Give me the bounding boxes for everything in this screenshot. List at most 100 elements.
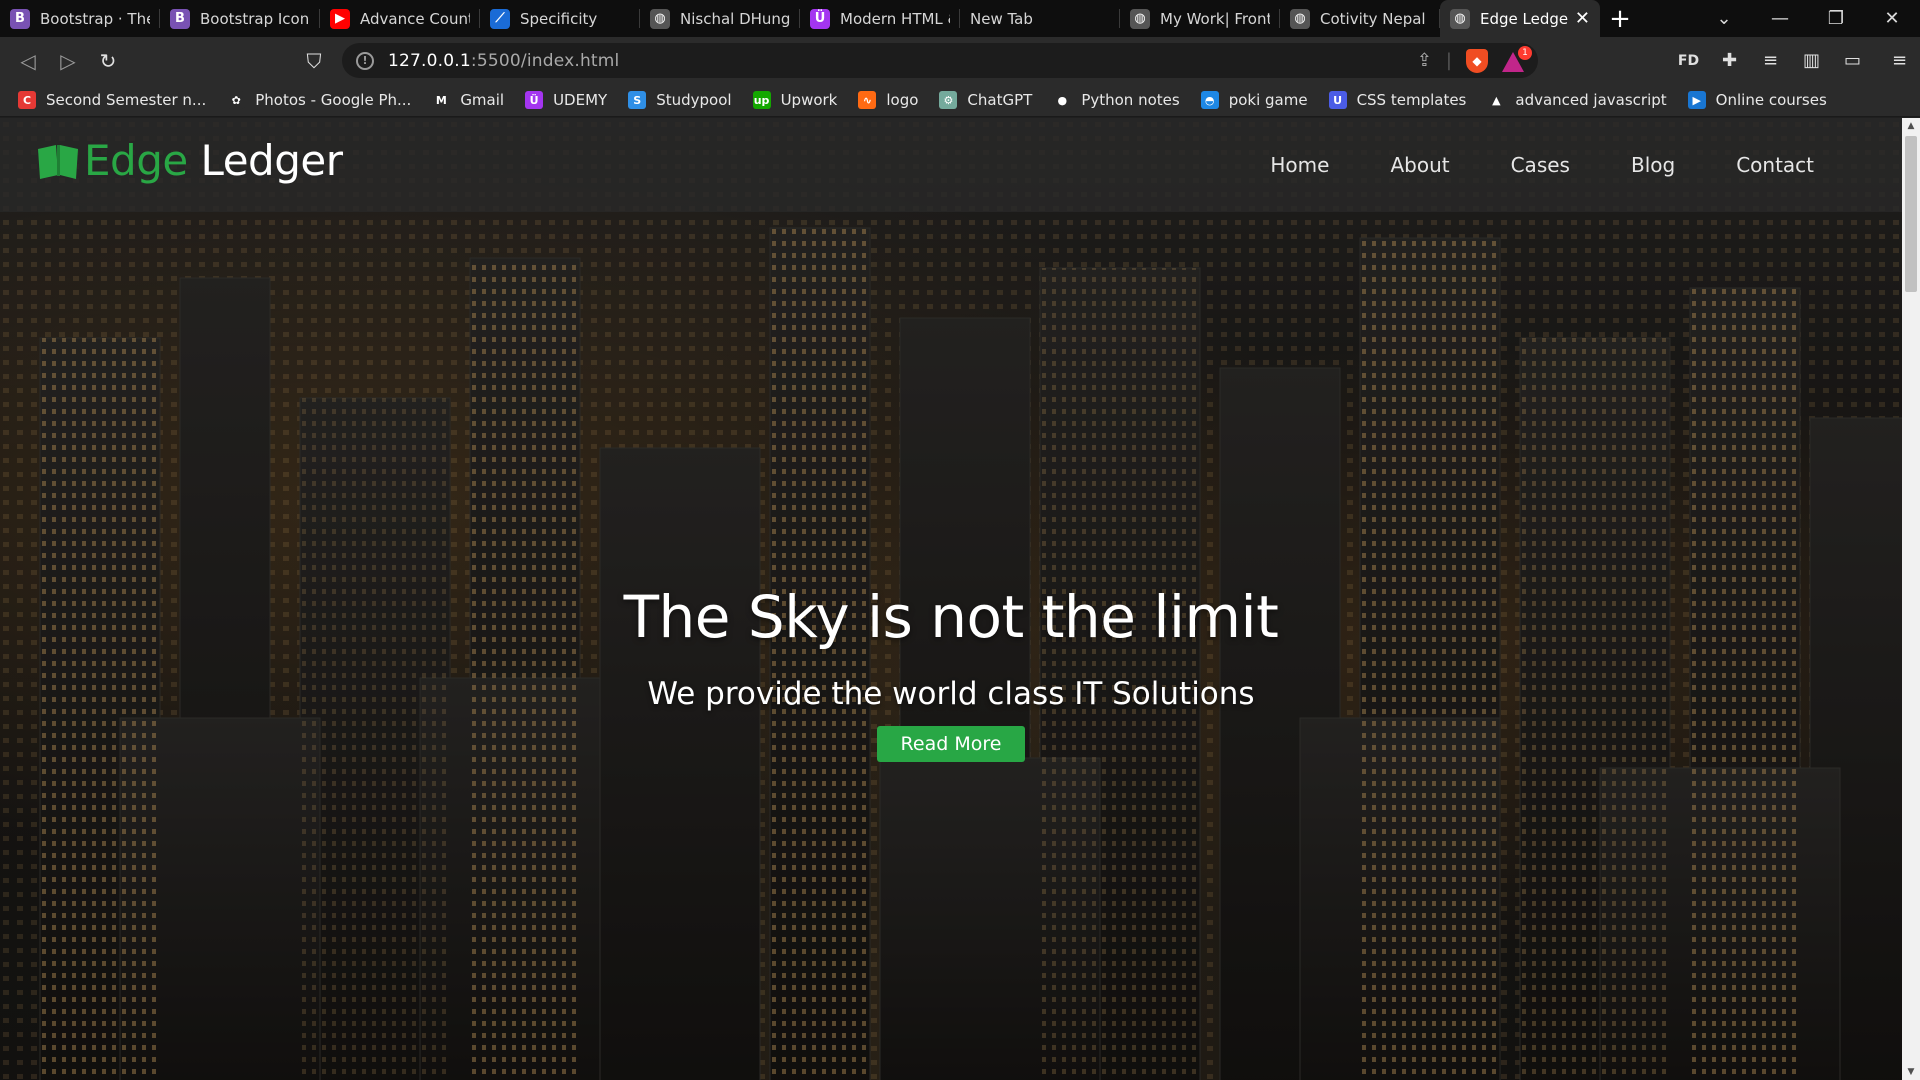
bookmark-item[interactable]: ▲ advanced javascript: [1487, 91, 1667, 109]
browser-toolbar: ◁ ▷ ↻ ⛉ ! 127.0.0.1:5500/index.html ⇪ | …: [0, 37, 1920, 84]
udemy-icon: Ü: [810, 8, 830, 29]
globe-icon: ◍: [650, 8, 670, 29]
bookmark-item[interactable]: M Gmail: [432, 91, 504, 109]
browser-tab[interactable]: ⟋ Specificity: [480, 0, 640, 37]
bookmark-item[interactable]: ● Python notes: [1053, 91, 1180, 109]
bootstrap-icon: B: [10, 8, 30, 29]
bookmark-item[interactable]: ∿ logo: [858, 91, 918, 109]
forward-icon[interactable]: ▷: [48, 41, 88, 81]
bookmark-label: Second Semester n...: [46, 91, 207, 109]
browser-tab[interactable]: New Tab: [960, 0, 1120, 37]
tab-title: Specificity: [520, 9, 598, 28]
scroll-thumb[interactable]: [1905, 136, 1917, 292]
bookmark-item[interactable]: ◓ poki game: [1200, 91, 1308, 109]
bookmark-label: Studypool: [656, 91, 732, 109]
omnibox-divider: |: [1445, 50, 1452, 71]
browser-tab[interactable]: ▶ Advance Countin: [320, 0, 480, 37]
bookmark-label: logo: [886, 91, 919, 109]
close-window-icon[interactable]: ✕: [1864, 0, 1920, 37]
bookmark-item[interactable]: U CSS templates: [1328, 91, 1466, 109]
url-text[interactable]: 127.0.0.1:5500/index.html: [388, 51, 619, 71]
extensions-icon[interactable]: ✚: [1709, 41, 1750, 81]
restore-icon[interactable]: ❐: [1808, 0, 1864, 37]
tab-list: B Bootstrap · The m B Bootstrap Icons ▶ Advan…: [0, 0, 1600, 37]
rewards-badge: 1: [1518, 45, 1532, 60]
bookmark-item[interactable]: ✿ Photos - Google Ph...: [227, 91, 411, 109]
sidebar-icon[interactable]: ▥: [1791, 41, 1832, 81]
browser-tab[interactable]: ◍ Cotivity Nepal Cl: [1280, 0, 1440, 37]
nav-link-blog[interactable]: Blog: [1631, 153, 1675, 177]
bookmark-label: UDEMY: [553, 91, 608, 109]
scroll-down-arrow-icon[interactable]: ▼: [1902, 1064, 1920, 1080]
site-nav-links: Home About Cases Blog Contact: [1209, 118, 1814, 212]
nav-link-contact[interactable]: Contact: [1736, 153, 1814, 177]
reload-icon[interactable]: ↻: [88, 41, 128, 81]
hero-subtitle: We provide the world class IT Solutions: [647, 676, 1255, 712]
bookmark-label: Upwork: [780, 91, 838, 109]
browser-tab[interactable]: B Bootstrap Icons: [160, 0, 320, 37]
hero-title: The Sky is not the limit: [623, 583, 1279, 651]
gmail-icon: M: [432, 91, 451, 109]
profile-fd-icon[interactable]: FD: [1668, 41, 1709, 81]
menu-icon[interactable]: ≡: [1879, 41, 1920, 81]
bookmark-item[interactable]: Ü UDEMY: [525, 91, 607, 109]
tab-title: Edge Ledger: [1480, 9, 1569, 28]
logo-maker-icon: ∿: [858, 91, 877, 109]
browser-tab[interactable]: ◍ My Work| Front E: [1120, 0, 1280, 37]
courses-icon: ▶: [1687, 91, 1706, 109]
browser-tab[interactable]: Ü Modern HTML &: [800, 0, 960, 37]
book-logo-icon: [38, 144, 78, 179]
bookmark-item[interactable]: S Studypool: [628, 91, 732, 109]
udemy-icon: Ü: [525, 91, 544, 109]
bookmark-item[interactable]: C Second Semester n...: [18, 91, 206, 109]
chatgpt-icon: ⚙: [939, 91, 958, 109]
site-logo[interactable]: Edge Ledger: [36, 136, 343, 185]
bookmark-item[interactable]: ⚙ ChatGPT: [939, 91, 1032, 109]
browser-tabstrip: B Bootstrap · The m B Bootstrap Icons ▶ Advan…: [0, 0, 1920, 37]
bookmark-c-icon: C: [18, 91, 36, 109]
bookmark-label: advanced javascript: [1515, 91, 1667, 109]
upwork-icon: up: [752, 91, 771, 109]
nav-link-about[interactable]: About: [1390, 153, 1449, 177]
js-folder-icon: ▲: [1487, 91, 1506, 109]
new-tab-button[interactable]: +: [1600, 0, 1640, 37]
css-templates-icon: U: [1328, 91, 1347, 109]
read-more-button[interactable]: Read More: [876, 726, 1026, 762]
tab-title: Bootstrap Icons: [200, 9, 310, 28]
browser-tab[interactable]: ◍ Edge Ledger ✕: [1440, 0, 1600, 37]
bookmark-page-icon[interactable]: ⛉: [294, 41, 334, 81]
scroll-up-arrow-icon[interactable]: ▲: [1902, 118, 1920, 134]
tab-title: Nischal DHunge: [680, 9, 790, 28]
site-info-icon[interactable]: !: [356, 51, 374, 70]
page-scrollbar[interactable]: ▲ ▼: [1902, 118, 1920, 1080]
nav-link-home[interactable]: Home: [1270, 153, 1329, 177]
browser-tab[interactable]: B Bootstrap · The m: [0, 0, 160, 37]
google-photos-icon: ✿: [227, 91, 246, 109]
site-navbar: Edge Ledger Home About Cases Blog Contac…: [0, 118, 1902, 212]
brave-shields-icon[interactable]: ◆: [1466, 48, 1488, 73]
nav-link-cases[interactable]: Cases: [1511, 153, 1570, 177]
bookmark-label: Online courses: [1715, 91, 1827, 109]
page-viewport: Edge Ledger Home About Cases Blog Contac…: [0, 118, 1902, 1080]
tab-close-icon[interactable]: ✕: [1575, 8, 1590, 29]
bookmark-label: Photos - Google Ph...: [255, 91, 412, 109]
tab-search-chevron-icon[interactable]: ⌄: [1696, 0, 1752, 37]
browser-tab[interactable]: ◍ Nischal DHunge: [640, 0, 800, 37]
tab-title: New Tab: [970, 9, 1033, 28]
back-icon[interactable]: ◁: [8, 41, 48, 81]
bookmark-item[interactable]: ▶ Online courses: [1687, 91, 1827, 109]
logo-text-edge: Edge: [84, 136, 188, 185]
address-bar[interactable]: ! 127.0.0.1:5500/index.html ⇪ | ◆ 1: [342, 43, 1538, 78]
share-icon[interactable]: ⇪: [1417, 50, 1432, 71]
hero-section: The Sky is not the limit We provide the …: [0, 588, 1902, 762]
bookmark-item[interactable]: up Upwork: [752, 91, 838, 109]
wallet-icon[interactable]: ▭: [1832, 41, 1873, 81]
bookmark-label: Python notes: [1081, 91, 1180, 109]
youtube-icon: ▶: [330, 8, 350, 29]
globe-icon: ◍: [1290, 8, 1310, 29]
poki-icon: ◓: [1200, 91, 1219, 109]
brave-rewards-icon[interactable]: 1: [1502, 45, 1532, 72]
minimize-icon[interactable]: —: [1752, 0, 1808, 37]
playlist-icon[interactable]: ≡: [1750, 41, 1791, 81]
studypool-icon: S: [628, 91, 647, 109]
